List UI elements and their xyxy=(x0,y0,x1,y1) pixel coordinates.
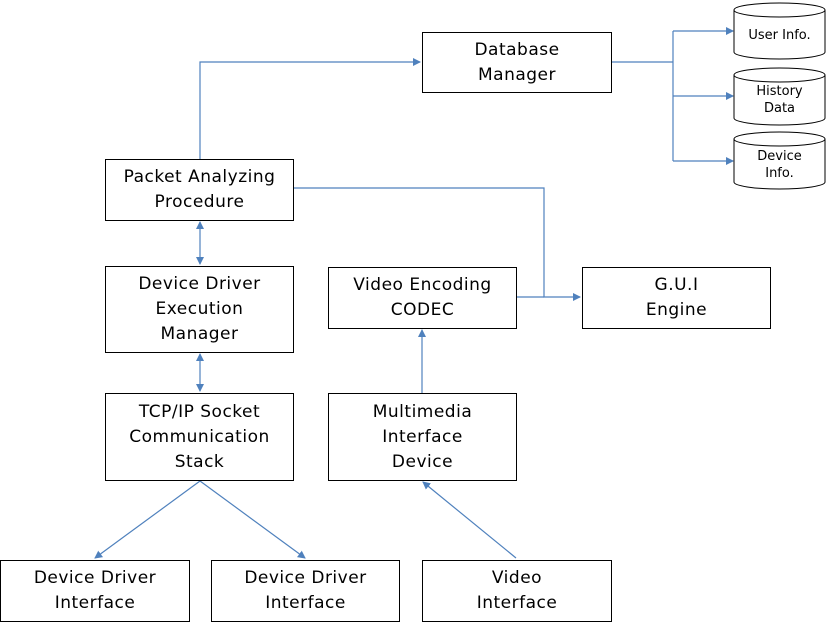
node-packet-analyzing: Packet Analyzing Procedure xyxy=(105,159,294,221)
node-device-driver-interface-2: Device Driver Interface xyxy=(211,560,400,622)
edge-video-multimedia xyxy=(422,481,517,559)
diagram: User Info. History Data Device Info. Datab… xyxy=(0,0,826,629)
node-label: Interface xyxy=(382,426,463,447)
node-label: Device Driver xyxy=(33,568,157,588)
node-label: Device xyxy=(391,451,454,472)
node-device-driver-exec: Device Driver Execution Manager xyxy=(105,266,294,353)
node-label: Packet Analyzing xyxy=(123,167,276,187)
node-label: Video Encoding xyxy=(353,275,492,295)
node-label: Interface xyxy=(265,593,346,613)
node-label: CODEC xyxy=(390,300,455,320)
db-label: User Info. xyxy=(748,27,811,43)
node-label: Engine xyxy=(645,300,708,320)
node-label: Manager xyxy=(477,64,557,85)
db-label: Device xyxy=(757,149,802,164)
node-gui-engine: G.U.I Engine xyxy=(582,267,771,329)
db-label: Data xyxy=(763,101,796,116)
node-database-manager: Database Manager xyxy=(422,32,612,93)
node-label: Communication xyxy=(129,426,270,447)
node-video-encoding: Video Encoding CODEC xyxy=(328,267,517,329)
node-label: Interface xyxy=(476,593,558,613)
node-label: Database xyxy=(474,39,560,60)
node-tcpip-stack: TCP/IP Socket Communication Stack xyxy=(105,393,294,481)
edge-packet-to-db xyxy=(199,58,421,159)
db-history: History Data xyxy=(734,80,825,120)
node-label: Stack xyxy=(174,451,225,472)
node-label: Manager xyxy=(160,324,239,344)
edge-tcp-ddi2 xyxy=(199,480,306,559)
db-device-info: Device Info. xyxy=(734,145,825,185)
node-label: Interface xyxy=(54,593,136,613)
node-device-driver-interface-1: Device Driver Interface xyxy=(0,560,190,622)
node-label: Device Driver xyxy=(138,274,261,294)
node-label: Video xyxy=(491,568,543,588)
node-video-interface: Video Interface xyxy=(422,560,612,622)
node-label: TCP/IP Socket xyxy=(138,401,261,422)
node-label: Multimedia xyxy=(372,401,473,422)
node-label: G.U.I xyxy=(654,275,699,295)
edge-tcp-ddi1 xyxy=(94,480,201,559)
edge-db-trunk xyxy=(611,31,674,161)
node-label: Procedure xyxy=(154,192,245,212)
db-label: Info. xyxy=(765,166,794,181)
node-label: Execution xyxy=(155,299,244,319)
node-multimedia-interface: Multimedia Interface Device xyxy=(328,393,517,481)
db-label: History xyxy=(756,84,803,99)
db-user-info: User Info. xyxy=(734,18,825,52)
node-label: Device Driver xyxy=(244,568,367,588)
